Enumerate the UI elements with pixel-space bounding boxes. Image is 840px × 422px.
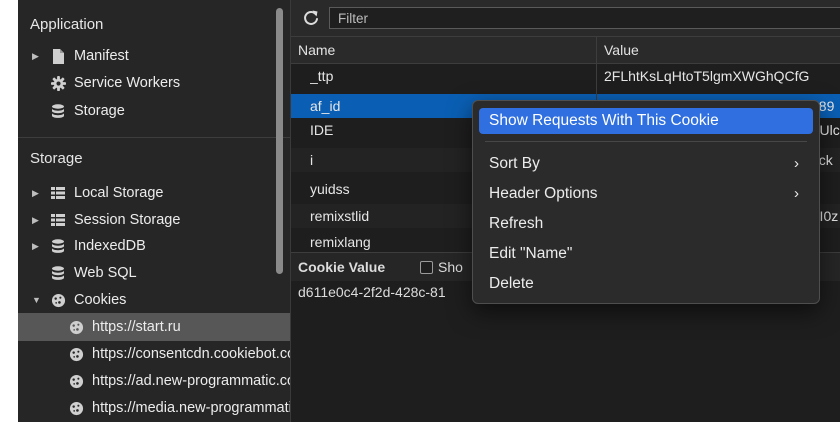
menu-separator: [485, 141, 807, 142]
cookie-origin-start-ru[interactable]: https://start.ru: [18, 313, 290, 341]
document-icon: [50, 44, 66, 68]
context-menu: Show Requests With This Cookie Sort By ›…: [472, 100, 820, 304]
sidebar-item-web-sql[interactable]: Web SQL: [18, 261, 290, 285]
menu-item-label: Sort By: [489, 155, 540, 172]
sidebar-item-label: IndexedDB: [74, 238, 146, 254]
refresh-icon[interactable]: [301, 8, 321, 28]
table-header: Name Value: [291, 37, 840, 64]
sidebar-item-label: Local Storage: [74, 185, 164, 201]
cookie-origin-consentcdn[interactable]: https://consentcdn.cookiebot.com: [18, 342, 290, 366]
menu-item-label: Show Requests With This Cookie: [489, 112, 719, 129]
collapse-arrow-icon[interactable]: ▼: [32, 288, 41, 312]
cookie-name-cell: _ttp: [310, 68, 334, 84]
section-header-storage: Storage: [30, 150, 83, 167]
submenu-arrow-icon: ›: [794, 185, 799, 202]
grid-icon: [50, 208, 66, 232]
menu-item-label: Delete: [489, 275, 534, 292]
sidebar-item-cookies[interactable]: ▼ Cookies: [18, 288, 290, 312]
menu-item-show-requests[interactable]: Show Requests With This Cookie: [479, 108, 813, 134]
cookie-value-cell: 2FLhtKsLqHtoT5lgmXWGhQCfG: [604, 68, 810, 84]
sidebar-item-indexeddb[interactable]: ▶ IndexedDB: [18, 234, 290, 258]
cookie-icon: [50, 288, 66, 312]
cookie-origin-label: https://media.new-programmatic.com: [92, 400, 290, 416]
cookie-origin-label: https://ad.new-programmatic.com: [92, 373, 290, 389]
cookie-origin-media-new-programmatic[interactable]: https://media.new-programmatic.com: [18, 396, 290, 420]
sidebar-item-label: Web SQL: [74, 265, 137, 281]
menu-item-delete[interactable]: Delete: [479, 271, 813, 297]
sidebar-item-storage[interactable]: Storage: [18, 99, 290, 123]
menu-item-label: Refresh: [489, 215, 544, 232]
sidebar-item-label: Session Storage: [74, 212, 181, 228]
sidebar-scrollbar[interactable]: [276, 8, 283, 274]
menu-item-label: Edit "Name": [489, 245, 573, 262]
cookie-icon: [68, 342, 84, 366]
sidebar-item-label: Manifest: [74, 48, 129, 64]
gear-icon: [50, 71, 66, 95]
section-header-application: Application: [30, 16, 104, 33]
sidebar-item-label: Cookies: [74, 292, 127, 308]
cookie-value-text: d611e0c4-2f2d-428c-81: [298, 284, 446, 300]
database-icon: [50, 261, 66, 285]
sidebar-item-session-storage[interactable]: ▶ Session Storage: [18, 208, 290, 232]
cookie-origin-label: https://consentcdn.cookiebot.com: [92, 346, 290, 362]
column-header-name[interactable]: Name: [298, 37, 335, 63]
table-row[interactable]: _ttp 2FLhtKsLqHtoT5lgmXWGhQCfG: [291, 64, 840, 88]
menu-item-edit-name[interactable]: Edit "Name": [479, 241, 813, 267]
menu-item-refresh[interactable]: Refresh: [479, 211, 813, 237]
show-decoded-checkbox[interactable]: [420, 261, 433, 274]
expand-arrow-icon[interactable]: ▶: [32, 181, 39, 205]
cookie-icon: [68, 396, 84, 420]
menu-item-header-options[interactable]: Header Options ›: [479, 181, 813, 207]
sidebar-item-local-storage[interactable]: ▶ Local Storage: [18, 181, 290, 205]
menu-item-sort-by[interactable]: Sort By ›: [479, 151, 813, 177]
submenu-arrow-icon: ›: [794, 155, 799, 172]
menu-item-label: Header Options: [489, 185, 598, 202]
sidebar-item-service-workers[interactable]: Service Workers: [18, 71, 290, 95]
cookie-value-title: Cookie Value: [298, 259, 386, 275]
sidebar-item-manifest[interactable]: ▶ Manifest: [18, 44, 290, 68]
show-decoded-label[interactable]: Sho: [438, 253, 463, 281]
cookie-origin-ad-new-programmatic[interactable]: https://ad.new-programmatic.com: [18, 369, 290, 393]
filter-toolbar: [291, 0, 840, 37]
filter-input[interactable]: [329, 7, 840, 29]
expand-arrow-icon[interactable]: ▶: [32, 44, 39, 68]
sidebar-item-label: Service Workers: [74, 75, 181, 91]
grid-icon: [50, 181, 66, 205]
sidebar-item-label: Storage: [74, 103, 125, 119]
expand-arrow-icon[interactable]: ▶: [32, 208, 39, 232]
database-icon: [50, 234, 66, 258]
section-divider: [18, 137, 290, 138]
database-icon: [50, 99, 66, 123]
sidebar: Application ▶ Manifest Service Workers S…: [18, 0, 290, 422]
column-header-value[interactable]: Value: [604, 37, 639, 63]
cookie-icon: [68, 369, 84, 393]
cookie-origin-label: https://start.ru: [92, 319, 181, 335]
expand-arrow-icon[interactable]: ▶: [32, 234, 39, 258]
left-window-edge: [0, 0, 18, 422]
cookie-icon: [68, 313, 84, 341]
